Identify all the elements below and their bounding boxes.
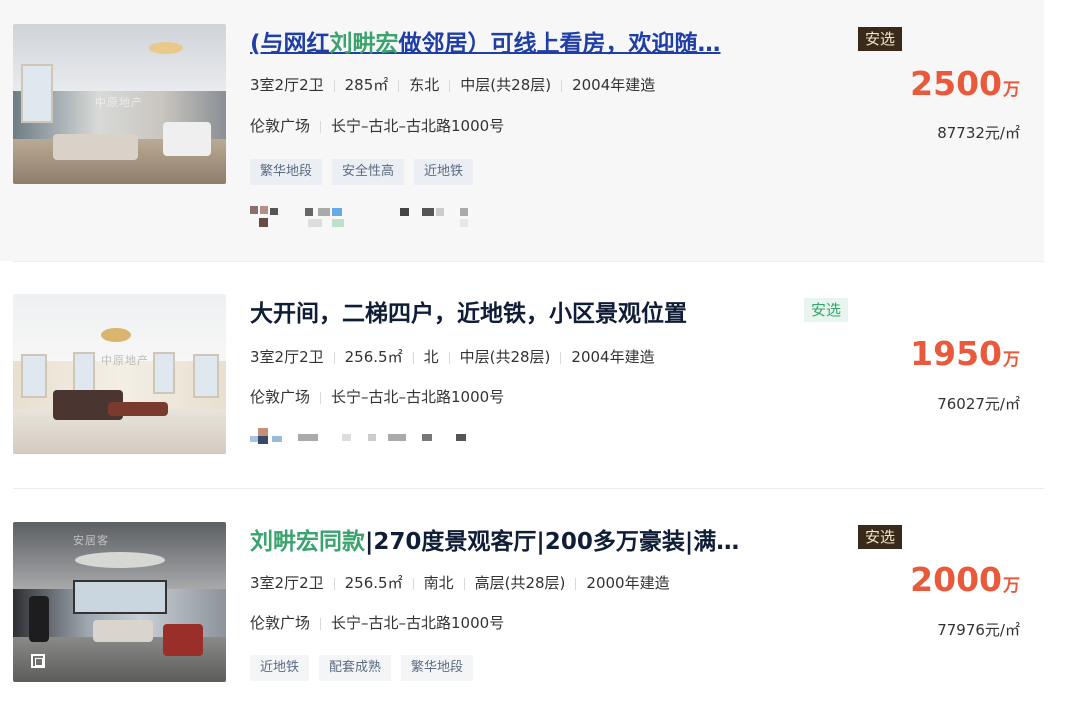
- tag: 近地铁: [250, 655, 310, 681]
- address: 伦敦广场 长宁–古北–古北路1000号: [250, 612, 504, 633]
- community-link[interactable]: 伦敦广场: [250, 117, 310, 135]
- panorama-icon: [31, 654, 45, 668]
- anxuan-badge: 安选: [858, 525, 903, 549]
- location-link[interactable]: 长宁–古北–古北路1000号: [331, 388, 504, 406]
- floor: 中层(共28层): [460, 76, 552, 94]
- area: 256.5㎡: [344, 348, 403, 366]
- price-number: 2000: [910, 560, 1002, 599]
- house-info: 3室2厅2卫 256.5㎡ 北 中层(共28层) 2004年建造: [250, 346, 655, 367]
- total-price: 2000万: [910, 560, 1020, 599]
- listing-card[interactable]: 安居客 刘畊宏同款|270度景观客厅|200多万豪装|满… 安选 3室2厅2卫 2…: [0, 489, 1044, 703]
- location-link[interactable]: 长宁–古北–古北路1000号: [331, 117, 504, 135]
- price-number: 1950: [910, 334, 1002, 373]
- listing-photo[interactable]: 中原地产: [13, 24, 226, 184]
- tag-list: 近地铁 配套成熟 繁华地段: [250, 655, 474, 681]
- listing-title[interactable]: 刘畊宏同款|270度景观客厅|200多万豪装|满…: [250, 522, 739, 556]
- floor: 高层(共28层): [474, 574, 566, 592]
- price-unit: 万: [1003, 350, 1020, 370]
- title-suffix: 做邻居）可线上看房，欢迎随…: [398, 31, 721, 57]
- agent-info-blurred: [250, 206, 490, 227]
- title-suffix: |270度景观客厅|200多万豪装|满…: [365, 529, 740, 555]
- community-link[interactable]: 伦敦广场: [250, 614, 310, 632]
- title-highlight: 刘畊宏同款: [250, 529, 365, 555]
- tag: 繁华地段: [250, 159, 323, 185]
- listing-photo[interactable]: 中原地产: [13, 294, 226, 454]
- built-year: 2000年建造: [586, 574, 670, 592]
- address: 伦敦广场 长宁–古北–古北路1000号: [250, 386, 504, 407]
- listing-title[interactable]: 大开间，二梯四户，近地铁，小区景观位置: [250, 294, 687, 328]
- unit-price: 77976元/㎡: [937, 621, 1020, 639]
- tag: 配套成熟: [319, 655, 392, 681]
- unit-price: 87732元/㎡: [937, 124, 1020, 142]
- community-link[interactable]: 伦敦广场: [250, 388, 310, 406]
- layout: 3室2厅2卫: [250, 574, 324, 592]
- title-highlight: 刘畊宏: [329, 31, 399, 57]
- price-unit: 万: [1003, 80, 1020, 100]
- listing-title[interactable]: (与网红刘畊宏做邻居）可线上看房，欢迎随…: [250, 24, 721, 58]
- total-price: 2500万: [910, 64, 1020, 103]
- tag: 繁华地段: [401, 655, 474, 681]
- orientation: 北: [423, 348, 439, 366]
- floor: 中层(共28层): [459, 348, 551, 366]
- area: 285㎡: [344, 76, 389, 94]
- price-number: 2500: [910, 64, 1002, 103]
- listing-photo[interactable]: 安居客: [13, 522, 226, 682]
- house-info: 3室2厅2卫 256.5㎡ 南北 高层(共28层) 2000年建造: [250, 572, 670, 593]
- price-unit: 万: [1003, 576, 1020, 596]
- house-info: 3室2厅2卫 285㎡ 东北 中层(共28层) 2004年建造: [250, 74, 655, 95]
- listing-card[interactable]: 中原地产 (与网红刘畊宏做邻居）可线上看房，欢迎随… 安选 3室2厅2卫 285㎡…: [0, 0, 1044, 261]
- tag-list: 繁华地段 安全性高 近地铁: [250, 159, 474, 185]
- tag: 安全性高: [332, 159, 405, 185]
- orientation: 南北: [423, 574, 454, 592]
- title-prefix: (与网红: [250, 31, 330, 57]
- location-link[interactable]: 长宁–古北–古北路1000号: [331, 614, 504, 632]
- unit-price: 76027元/㎡: [937, 395, 1020, 413]
- agent-info-blurred: [250, 428, 490, 448]
- anxuan-badge: 安选: [804, 298, 849, 322]
- built-year: 2004年建造: [572, 76, 656, 94]
- anxuan-badge: 安选: [858, 27, 903, 51]
- listing-card[interactable]: 中原地产 大开间，二梯四户，近地铁，小区景观位置 安选 3室2厅2卫 256.5㎡…: [0, 262, 1044, 488]
- address: 伦敦广场 长宁–古北–古北路1000号: [250, 115, 504, 136]
- layout: 3室2厅2卫: [250, 76, 324, 94]
- built-year: 2004年建造: [571, 348, 655, 366]
- orientation: 东北: [409, 76, 440, 94]
- tag: 近地铁: [414, 159, 474, 185]
- total-price: 1950万: [910, 334, 1020, 373]
- layout: 3室2厅2卫: [250, 348, 324, 366]
- area: 256.5㎡: [344, 574, 403, 592]
